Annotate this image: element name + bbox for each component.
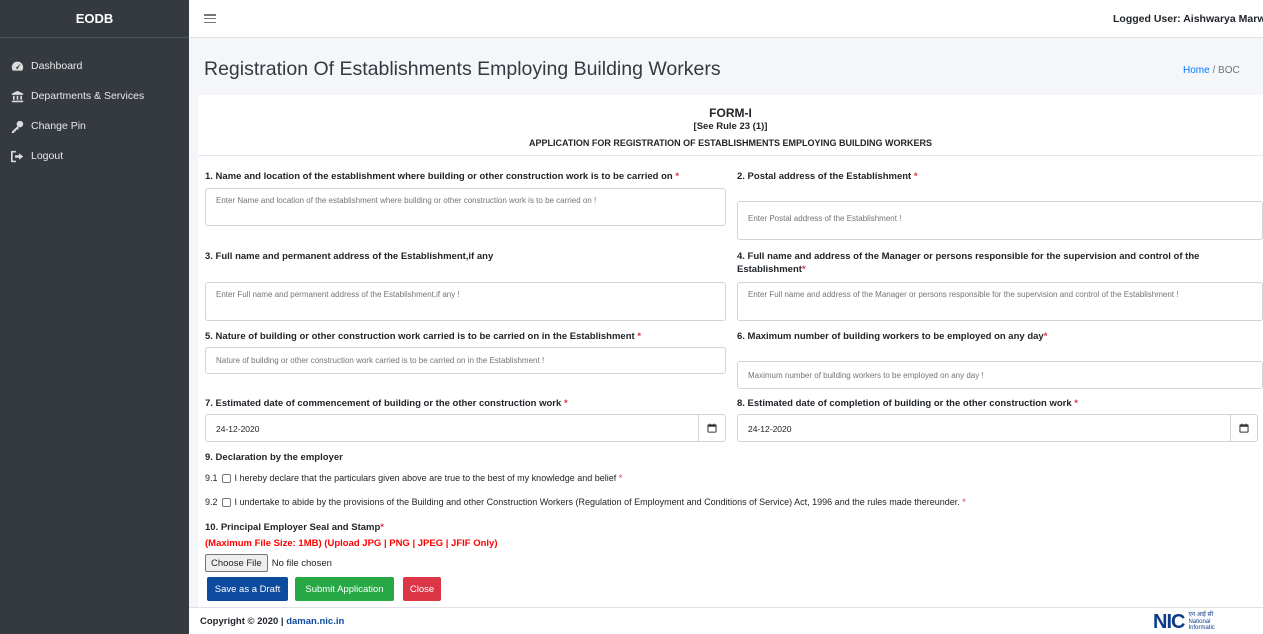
sidebar-item-departments[interactable]: Departments & Services xyxy=(0,81,189,111)
sidebar-item-label: Departments & Services xyxy=(31,90,145,102)
site-link[interactable]: daman.nic.in xyxy=(286,616,344,627)
q6-label: 6. Maximum number of building workers to… xyxy=(737,331,1048,342)
close-button[interactable]: Close xyxy=(403,577,441,601)
file-size-warning: (Maximum File Size: 1MB) (Upload JPG | P… xyxy=(205,538,498,549)
choose-file-button[interactable]: Choose File xyxy=(205,554,268,572)
q10-label: 10. Principal Employer Seal and Stamp* xyxy=(205,522,384,533)
postal-address-field[interactable] xyxy=(737,201,1263,240)
form-rule: [See Rule 23 (1)] xyxy=(693,121,768,132)
divider xyxy=(198,155,1263,156)
nic-logo-text: एन आई सी National Informatic xyxy=(1188,612,1215,632)
dashboard-icon xyxy=(11,61,24,71)
file-upload: Choose File No file chosen xyxy=(205,554,332,572)
bank-icon xyxy=(11,90,24,102)
menu-toggle-icon[interactable] xyxy=(204,14,216,23)
form-title: FORM-I xyxy=(709,106,752,120)
form-card: FORM-I [See Rule 23 (1)] APPLICATION FOR… xyxy=(198,95,1263,607)
breadcrumb-current: BOC xyxy=(1218,65,1240,76)
declaration-row-1: 9.1 I hereby declare that the particular… xyxy=(205,473,623,483)
key-icon xyxy=(11,120,24,133)
save-draft-button[interactable]: Save as a Draft xyxy=(207,577,288,601)
declaration-2-text: I undertake to abide by the provisions o… xyxy=(234,497,960,507)
file-status: No file chosen xyxy=(271,557,332,569)
sidebar-nav: Dashboard Departments & Services Change … xyxy=(0,38,189,171)
page-title: Registration Of Establishments Employing… xyxy=(204,58,721,80)
nature-of-work-input[interactable] xyxy=(205,347,726,374)
declaration-number: 9.2 xyxy=(205,497,218,507)
breadcrumb-home-link[interactable]: Home xyxy=(1183,65,1210,76)
q2-label: 2. Postal address of the Establishment * xyxy=(737,171,918,182)
submit-application-button[interactable]: Submit Application xyxy=(295,577,394,601)
calendar-icon xyxy=(1239,423,1249,433)
q9-label: 9. Declaration by the employer xyxy=(205,452,343,463)
declaration-1-checkbox[interactable] xyxy=(221,473,231,483)
q1-label: 1. Name and location of the establishmen… xyxy=(205,171,680,182)
declaration-number: 9.1 xyxy=(205,473,218,483)
max-workers-input[interactable] xyxy=(737,361,1263,389)
calendar-button[interactable] xyxy=(1230,414,1258,442)
sidebar-item-label: Logout xyxy=(31,150,64,162)
completion-date-input[interactable]: 24-12-2020 xyxy=(737,414,1231,442)
sidebar-item-logout[interactable]: Logout xyxy=(0,141,189,171)
declaration-row-2: 9.2 I undertake to abide by the provisio… xyxy=(205,497,966,507)
logged-user-label: Logged User: Aishwarya Marwa xyxy=(1113,13,1263,25)
copyright: Copyright © 2020 | daman.nic.in xyxy=(200,616,345,627)
sidebar-item-change-pin[interactable]: Change Pin xyxy=(0,111,189,141)
establishment-name-location-field[interactable] xyxy=(205,188,726,226)
q8-label: 8. Estimated date of completion of build… xyxy=(737,398,1078,409)
sidebar-item-dashboard[interactable]: Dashboard xyxy=(0,51,189,81)
declaration-1-text: I hereby declare that the particulars gi… xyxy=(234,473,617,483)
brand-logo[interactable]: EODB xyxy=(0,0,189,38)
sidebar: EODB Dashboard Departments & Services Ch… xyxy=(0,0,189,634)
declaration-2-checkbox[interactable] xyxy=(221,497,231,507)
footer: Copyright © 2020 | daman.nic.in NIC एन आ… xyxy=(189,607,1263,634)
q7-label: 7. Estimated date of commencement of bui… xyxy=(205,398,568,409)
breadcrumb: Home / BOC xyxy=(1183,65,1263,76)
commencement-date-input[interactable]: 24-12-2020 xyxy=(205,414,699,442)
sidebar-item-label: Change Pin xyxy=(31,120,86,132)
nic-logo-mark: NIC xyxy=(1153,610,1185,633)
calendar-button[interactable] xyxy=(698,414,726,442)
top-navbar: Logged User: Aishwarya Marwa xyxy=(189,0,1263,38)
form-subtitle: APPLICATION FOR REGISTRATION OF ESTABLIS… xyxy=(528,138,932,148)
q4-label: 4. Full name and address of the Manager … xyxy=(737,251,1200,275)
sidebar-item-label: Dashboard xyxy=(31,60,83,72)
calendar-icon xyxy=(707,423,717,433)
q5-label: 5. Nature of building or other construct… xyxy=(205,331,642,342)
manager-address-field[interactable] xyxy=(737,282,1263,321)
permanent-address-field[interactable] xyxy=(205,282,726,321)
breadcrumb-separator: / xyxy=(1209,65,1219,76)
nic-logo: NIC एन आई सी National Informatic xyxy=(1153,610,1263,634)
logout-icon xyxy=(11,150,24,162)
q3-label: 3. Full name and permanent address of th… xyxy=(205,251,494,262)
